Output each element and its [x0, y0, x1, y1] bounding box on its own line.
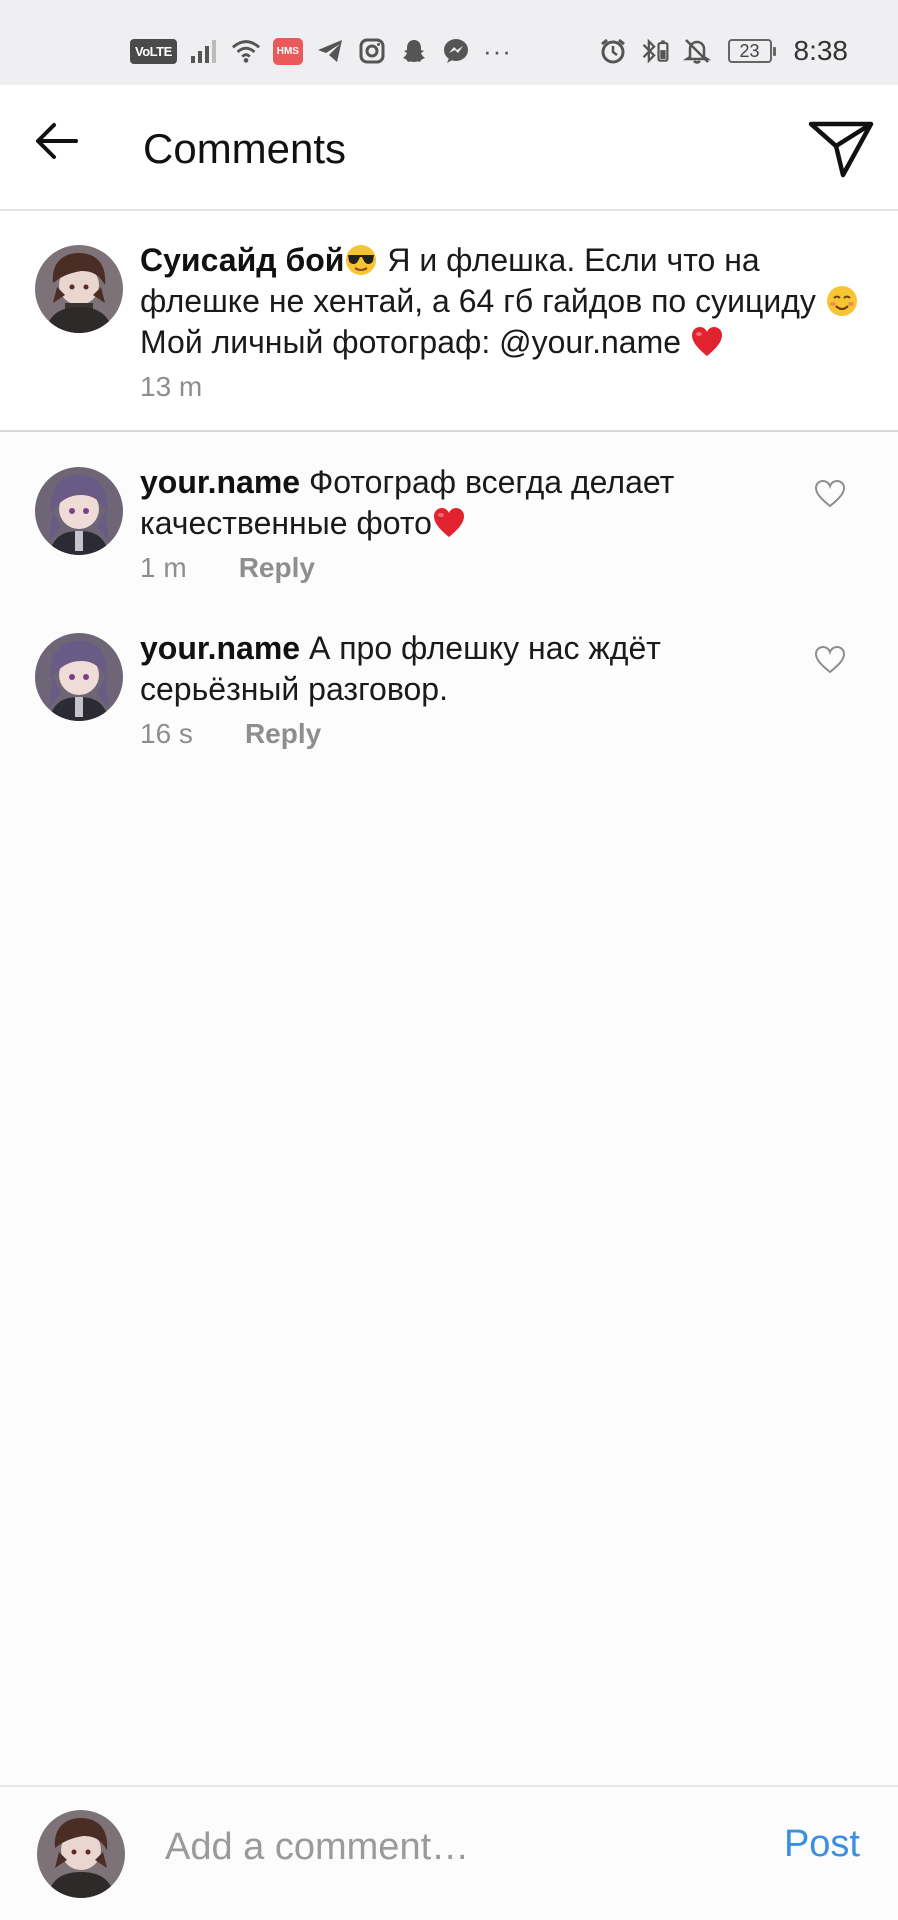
comment-username[interactable]: your.name: [140, 464, 300, 500]
instagram-icon: [357, 36, 387, 66]
sunglasses-emoji-icon: [344, 243, 378, 277]
comment-timestamp: 16 s: [140, 718, 193, 749]
post-caption: Суисайд бой Я и флешка. Если что на флеш…: [0, 211, 898, 432]
comment-composer: Post: [0, 1785, 898, 1920]
status-bar: VoLTE HMS ··· 23 8:38: [0, 0, 898, 85]
caption-meta: 13 m: [140, 371, 202, 403]
wifi-icon: [231, 36, 261, 66]
heart-outline-icon: [814, 645, 846, 680]
signal-icon: [189, 36, 219, 66]
heart-outline-icon: [814, 479, 846, 514]
comment-meta: 16 s Reply: [140, 718, 321, 750]
paper-plane-icon: [808, 118, 874, 183]
avatar[interactable]: [35, 467, 123, 555]
battery-indicator: 23: [727, 39, 776, 63]
current-user-avatar: [37, 1810, 125, 1898]
reply-button[interactable]: Reply: [239, 552, 315, 584]
comment-timestamp: 1 m: [140, 552, 187, 583]
avatar[interactable]: [35, 633, 123, 721]
messenger-icon: [441, 36, 471, 66]
red-heart-emoji-icon: [432, 506, 466, 540]
arrow-left-icon: [34, 121, 78, 166]
red-heart-emoji-icon: [690, 325, 724, 359]
page-title: Comments: [143, 125, 347, 172]
reply-button[interactable]: Reply: [245, 718, 321, 750]
caption-text-part-2: Мой личный фотограф: @your.name: [140, 324, 690, 360]
bell-muted-icon: [682, 36, 712, 66]
caption-username[interactable]: Суисайд бой: [140, 242, 344, 278]
share-button[interactable]: [806, 118, 876, 182]
like-button[interactable]: [810, 642, 850, 682]
comments-header: Comments: [0, 85, 898, 211]
caption-timestamp: 13 m: [140, 371, 203, 402]
comment-username[interactable]: your.name: [140, 630, 300, 666]
snapchat-icon: [399, 36, 429, 66]
telegram-icon: [315, 36, 345, 66]
back-button[interactable]: [28, 115, 84, 171]
volte-badge: VoLTE: [130, 38, 177, 64]
more-notifications-icon: ···: [482, 36, 512, 66]
comment-meta: 1 m Reply: [140, 552, 315, 584]
status-bar-right: 23 8:38: [598, 33, 849, 69]
post-button[interactable]: Post: [784, 1823, 860, 1866]
comment-text: your.name Фотограф всегда делает качеств…: [140, 462, 800, 544]
bluetooth-battery-icon: [640, 36, 670, 66]
like-button[interactable]: [810, 476, 850, 516]
caption-text: Суисайд бой Я и флешка. Если что на флеш…: [140, 240, 880, 363]
status-bar-left: VoLTE HMS ···: [130, 33, 512, 69]
alarm-icon: [598, 36, 628, 66]
add-comment-input[interactable]: [165, 1817, 725, 1877]
hms-badge: HMS: [272, 37, 303, 65]
clock: 8:38: [793, 35, 849, 66]
smiling-emoji-icon: [825, 284, 859, 318]
avatar[interactable]: [35, 245, 123, 333]
comment-text: your.name А про флешку нас ждёт серьёзны…: [140, 628, 800, 710]
